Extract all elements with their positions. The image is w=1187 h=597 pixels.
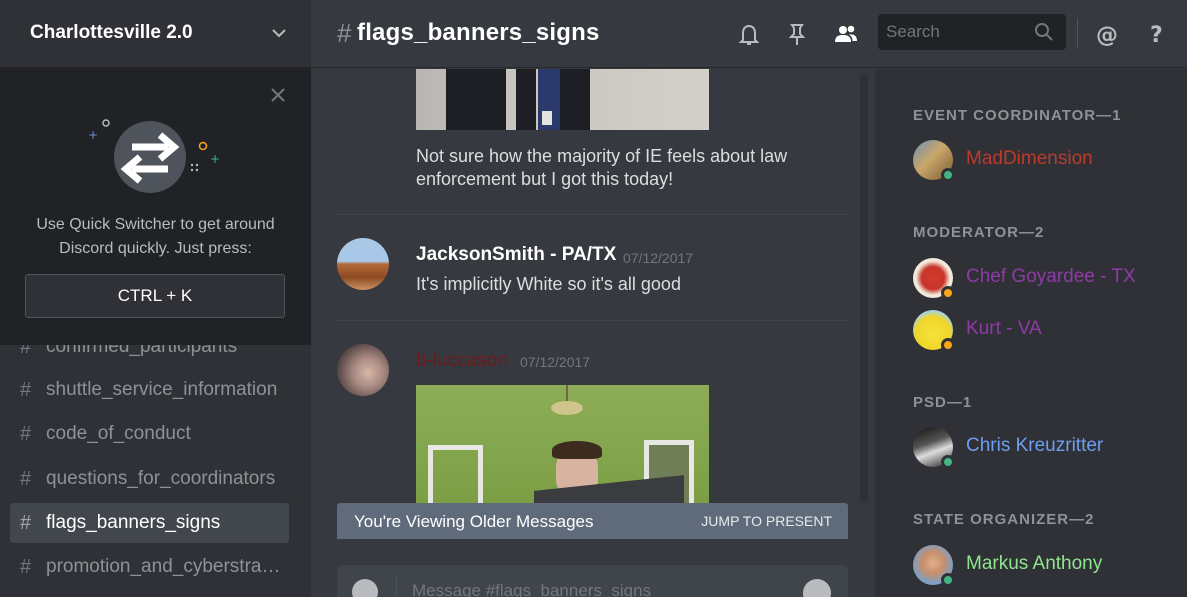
mentions-icon[interactable]: @	[1093, 20, 1121, 48]
status-online-icon	[941, 455, 955, 469]
channel-item-shuttle-service[interactable]: # shuttle_service_information	[10, 370, 289, 410]
channel-name: questions_for_coordinators	[46, 468, 276, 489]
quick-switcher-illustration: + +	[88, 119, 220, 193]
message-list: Not sure how the majority of IE feels ab…	[311, 69, 875, 597]
quick-switcher-tip: + + Use Quick Switcher to get around Dis…	[0, 69, 311, 345]
emoji-picker-icon[interactable]	[803, 579, 831, 597]
bell-icon[interactable]	[735, 20, 763, 48]
member-name: Kurt - VA	[966, 318, 1042, 339]
status-idle-icon	[941, 338, 955, 352]
hash-icon: #	[20, 468, 32, 490]
member-name: Markus Anthony	[966, 553, 1103, 574]
image-detail	[552, 441, 602, 459]
role-header: PSD—1	[913, 394, 973, 411]
member-item[interactable]: Chris Kreuzritter	[913, 425, 1173, 469]
member-list-icon[interactable]	[832, 20, 860, 48]
channel-item-flags-banners-signs[interactable]: # flags_banners_signs	[10, 503, 289, 543]
image-detail	[542, 111, 552, 125]
status-online-icon	[941, 573, 955, 587]
role-header: MODERATOR—2	[913, 224, 1045, 241]
role-header: EVENT COORDINATOR—1	[913, 107, 1122, 124]
message-divider	[337, 214, 847, 215]
member-list: EVENT COORDINATOR—1 MadDimension MODERAT…	[875, 69, 1187, 597]
message-author[interactable]: JacksonSmith - PA/TX	[416, 244, 616, 266]
hash-icon: #	[20, 512, 32, 534]
image-detail	[560, 69, 590, 130]
message-scrollbar[interactable]	[860, 73, 868, 503]
search-icon[interactable]	[1034, 22, 1054, 42]
older-messages-text: You're Viewing Older Messages	[354, 512, 594, 531]
chat-header: # flags_banners_signs @ ?	[311, 0, 1187, 68]
message-composer[interactable]	[337, 565, 848, 597]
avatar[interactable]	[337, 344, 389, 396]
message-timestamp: 07/12/2017	[623, 250, 694, 266]
svg-text:+: +	[210, 152, 220, 166]
status-idle-icon	[941, 286, 955, 300]
qs-line-1: Use Quick Switcher to get around	[36, 216, 275, 233]
chevron-down-icon[interactable]	[270, 24, 288, 42]
svg-text:?: ?	[1150, 23, 1163, 48]
member-item[interactable]: Kurt - VA	[913, 308, 1173, 352]
channel-title: flags_banners_signs	[357, 19, 600, 46]
role-header: STATE ORGANIZER—2	[913, 511, 1095, 528]
channel-name: flags_banners_signs	[46, 512, 221, 533]
close-icon[interactable]	[270, 87, 286, 103]
member-name: MadDimension	[966, 148, 1093, 169]
help-icon[interactable]: ?	[1144, 20, 1172, 48]
channel-item-questions[interactable]: # questions_for_coordinators	[10, 459, 289, 499]
upload-plus-icon[interactable]	[352, 579, 378, 597]
qs-line-2: Discord quickly. Just press:	[59, 240, 252, 257]
member-name: Chris Kreuzritter	[966, 435, 1104, 456]
message-image-attachment[interactable]	[416, 69, 709, 130]
channel-hash-icon: #	[337, 18, 352, 48]
message-line: Not sure how the majority of IE feels ab…	[416, 146, 788, 166]
member-item[interactable]: Chef Goyardee - TX	[913, 256, 1173, 300]
hash-icon: #	[20, 423, 32, 445]
older-messages-banner: You're Viewing Older Messages JUMP TO PR…	[337, 503, 848, 539]
server-name: Charlottesville 2.0	[30, 22, 193, 43]
server-header[interactable]: Charlottesville 2.0	[0, 0, 311, 68]
shortcut-button[interactable]: CTRL + K	[25, 274, 285, 318]
image-detail	[516, 69, 536, 130]
svg-text:+: +	[88, 128, 98, 142]
search-box[interactable]	[878, 14, 1066, 50]
discord-app: Charlottesville 2.0 # confirmed_participa…	[0, 0, 1187, 597]
member-name: Chef Goyardee - TX	[966, 266, 1136, 287]
svg-text:@: @	[1096, 23, 1118, 48]
message-input[interactable]	[412, 579, 792, 597]
channel-name: shuttle_service_information	[46, 379, 278, 400]
message-line: enforcement but I got this today!	[416, 169, 674, 189]
message-content: It's implicitly White so it's all good	[416, 274, 681, 294]
message-author[interactable]: b-luccason	[416, 350, 508, 372]
header-divider	[1077, 18, 1078, 48]
image-detail	[551, 401, 583, 415]
hash-icon: #	[20, 556, 32, 578]
message-content: Not sure how the majority of IE feels ab…	[416, 145, 836, 191]
pin-icon[interactable]	[783, 20, 811, 48]
jump-to-present-button[interactable]: JUMP TO PRESENT	[701, 513, 832, 529]
member-item[interactable]: Markus Anthony	[913, 543, 1173, 587]
channel-name: code_of_conduct	[46, 423, 191, 444]
avatar[interactable]	[337, 238, 389, 290]
message-timestamp: 07/12/2017	[520, 354, 591, 370]
channel-sidebar: Charlottesville 2.0 # confirmed_participa…	[0, 0, 311, 597]
message-divider	[337, 320, 847, 321]
channel-item-promotion[interactable]: # promotion_and_cyberstrategy	[10, 547, 289, 587]
composer-divider	[396, 577, 397, 597]
image-detail	[446, 69, 506, 130]
hash-icon: #	[20, 379, 32, 401]
search-input[interactable]	[886, 14, 1036, 50]
status-online-icon	[941, 168, 955, 182]
quick-switcher-description: Use Quick Switcher to get around Discord…	[0, 213, 311, 261]
channel-item-code-of-conduct[interactable]: # code_of_conduct	[10, 414, 289, 454]
channel-name: promotion_and_cyberstrategy	[46, 556, 282, 577]
member-item[interactable]: MadDimension	[913, 138, 1173, 182]
